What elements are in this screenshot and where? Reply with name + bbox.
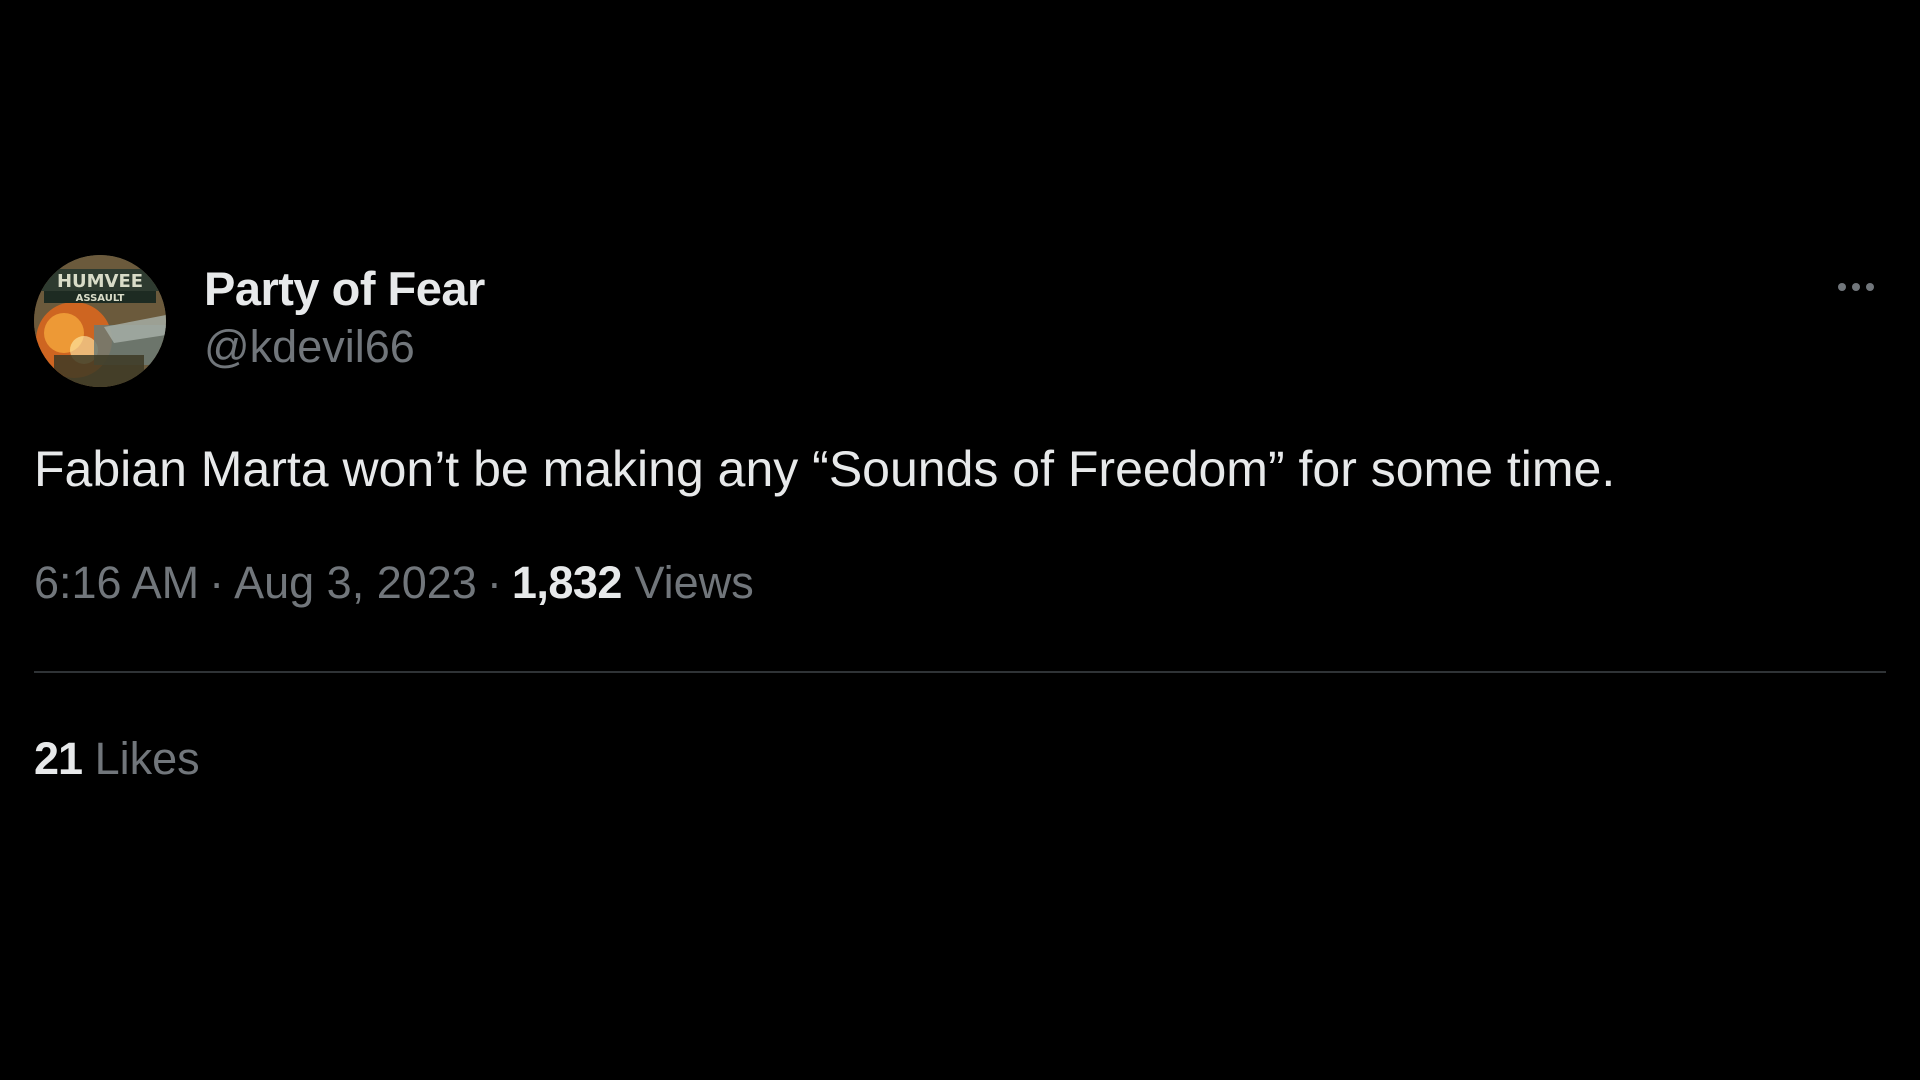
separator: · (486, 557, 502, 608)
tweet-header: HUMVEE ASSAULT Party of Fear @kdevil66 (34, 255, 1886, 387)
likes-label: Likes (94, 733, 200, 784)
divider (34, 671, 1886, 673)
author-display-name[interactable]: Party of Fear (204, 261, 485, 317)
tweet-card: HUMVEE ASSAULT Party of Fear @kdevil66 F… (34, 255, 1886, 787)
more-horizontal-icon (1838, 283, 1874, 291)
separator: · (209, 557, 225, 608)
avatar-logo-text-bottom: ASSAULT (76, 293, 125, 304)
views-count: 1,832 (511, 557, 623, 608)
views-label: Views (634, 557, 754, 608)
tweet-time[interactable]: 6:16 AM (34, 557, 199, 608)
avatar[interactable]: HUMVEE ASSAULT (34, 255, 166, 387)
author-names: Party of Fear @kdevil66 (204, 261, 485, 377)
more-options-button[interactable] (1826, 269, 1886, 305)
tweet-date[interactable]: Aug 3, 2023 (234, 557, 477, 608)
likes-link[interactable]: 21 Likes (34, 731, 200, 787)
author-handle[interactable]: @kdevil66 (204, 317, 485, 377)
avatar-logo-text-top: HUMVEE (57, 271, 143, 292)
likes-count: 21 (34, 733, 83, 784)
tweet-text: Fabian Marta won’t be making any “Sounds… (34, 441, 1616, 497)
tweet-metadata: 6:16 AM · Aug 3, 2023 · 1,832 Views (34, 555, 1886, 611)
avatar-image: HUMVEE ASSAULT (34, 255, 166, 387)
